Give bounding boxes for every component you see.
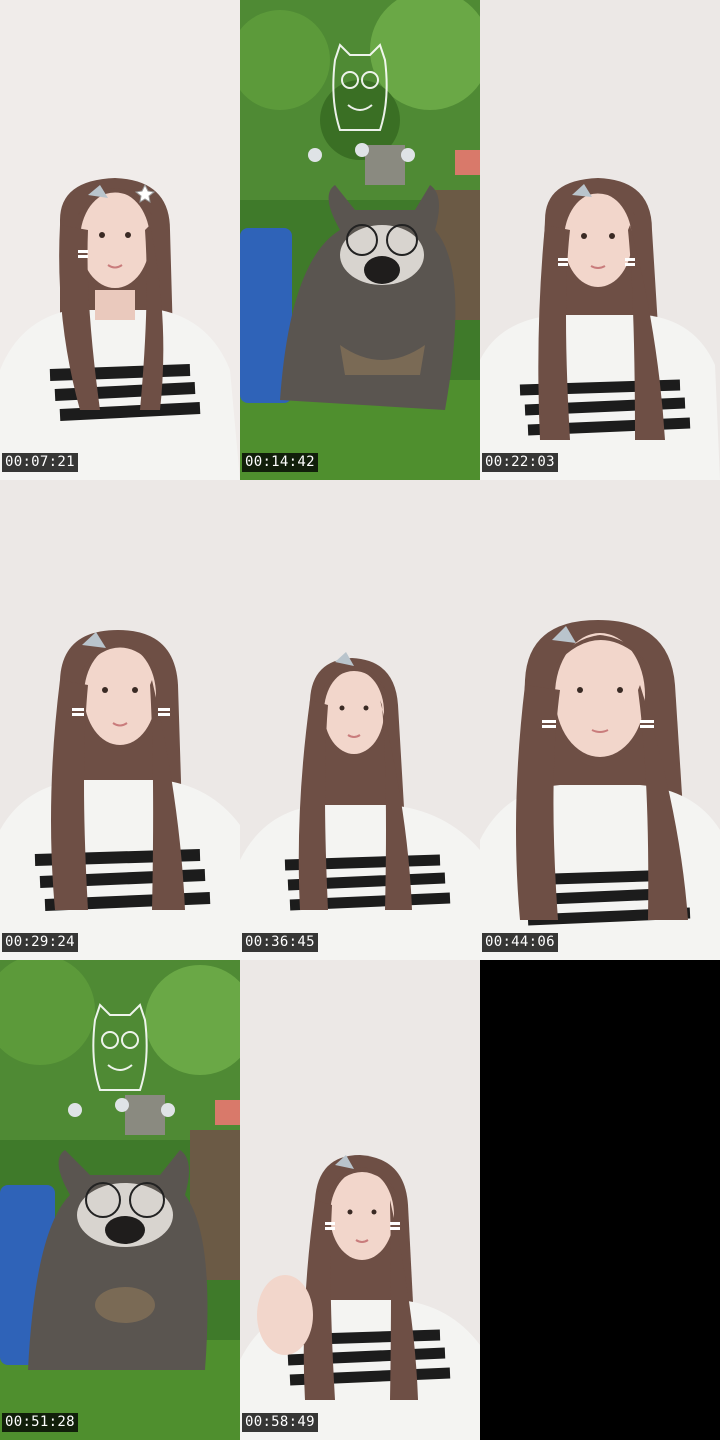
timestamp-label: 00:07:21	[2, 453, 78, 472]
video-frame-7: 00:51:28	[0, 960, 240, 1440]
video-frame-1: 00:07:21	[0, 0, 240, 480]
video-frame-3: 00:22:03	[480, 0, 720, 480]
frame-image-person	[240, 480, 480, 960]
timestamp-label: 00:58:49	[242, 1413, 318, 1432]
frame-image-person	[0, 480, 240, 960]
video-frame-8: 00:58:49	[240, 960, 480, 1440]
frame-image-raccoon	[0, 960, 240, 1440]
frame-grid: 00:07:21 00:14:42 00:22:03 00:29:24 00:3…	[0, 0, 720, 1440]
frame-image-person	[0, 0, 240, 480]
video-frame-4: 00:29:24	[0, 480, 240, 960]
frame-image-person	[240, 960, 480, 1440]
timestamp-label: 00:44:06	[482, 933, 558, 952]
timestamp-label: 00:22:03	[482, 453, 558, 472]
timestamp-label: 00:29:24	[2, 933, 78, 952]
frame-image-raccoon	[240, 0, 480, 480]
frame-image-person	[480, 480, 720, 960]
empty-frame-slot	[480, 960, 720, 1440]
video-frame-6: 00:44:06	[480, 480, 720, 960]
timestamp-label: 00:51:28	[2, 1413, 78, 1432]
video-frame-5: 00:36:45	[240, 480, 480, 960]
timestamp-label: 00:36:45	[242, 933, 318, 952]
frame-image-person	[480, 0, 720, 480]
video-frame-2: 00:14:42	[240, 0, 480, 480]
timestamp-label: 00:14:42	[242, 453, 318, 472]
